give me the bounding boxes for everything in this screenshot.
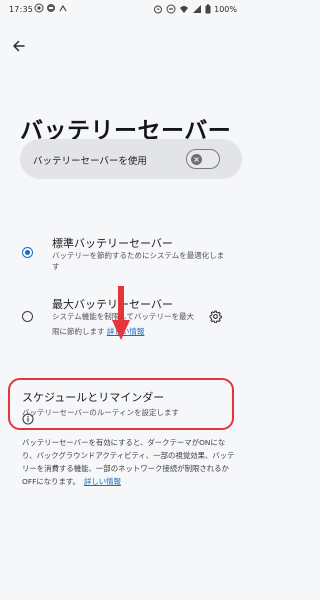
dnd-icon [166,4,176,14]
status-right-icons: 100% [153,4,237,14]
alarm-icon [154,5,163,14]
back-button[interactable] [8,35,30,57]
battery-icon [205,4,211,14]
switch-thumb [191,153,202,165]
battery-saver-switch[interactable] [186,149,220,169]
option-extreme-subtitle-2: 限に節約します 詳しい情報 [52,326,144,337]
message-icon [47,4,55,12]
option-standard-title: 標準バッテリーセーバー [52,237,173,250]
option-standard-subtitle-2: す [52,262,60,271]
red-arrow-annotation [112,286,130,340]
option-standard-saver[interactable]: 標準バッテリーセーバー バッテリーを節約するためにシステムを最適化しま す [0,228,245,271]
battery-saver-toggle-label: バッテリーセーバーを使用 [33,156,147,167]
schedule-title: スケジュールとリマインダー [22,391,165,404]
info-body: バッテリーセーバーを有効にすると、ダークテーマがONになり、バックグラウンドアク… [22,438,235,486]
signal-icon [59,4,67,12]
back-arrow-icon [13,40,25,52]
status-bar: 17:35 100% [0,0,245,22]
radio-extreme-saver[interactable] [22,311,33,322]
battery-percent: 100% [214,4,237,14]
radio-standard-saver[interactable] [22,247,33,258]
signal-icon [193,5,202,13]
status-time: 17:35 [9,5,34,14]
option-extreme-subtitle-2-text: 限に節約します [52,327,105,336]
battery-saver-info-text: バッテリーセーバーを有効にすると、ダークテーマがONになり、バックグラウンドアク… [22,436,238,488]
schedule-reminder-item[interactable]: スケジュールとリマインダー バッテリーセーバーのルーティンを設定します [8,378,234,430]
wifi-icon [180,6,189,13]
info-learn-more-link[interactable]: 詳しい情報 [84,477,121,486]
schedule-subtitle: バッテリーセーバーのルーティンを設定します [22,408,179,417]
status-left-icons [34,3,68,13]
battery-saver-toggle-row[interactable]: バッテリーセーバーを使用 [20,139,242,179]
option-standard-subtitle-1: バッテリーを節約するためにシステムを最適化しま [52,251,225,260]
info-icon [22,413,34,425]
camera-icon [34,3,44,13]
close-icon [194,156,199,162]
gear-icon[interactable] [209,310,222,323]
